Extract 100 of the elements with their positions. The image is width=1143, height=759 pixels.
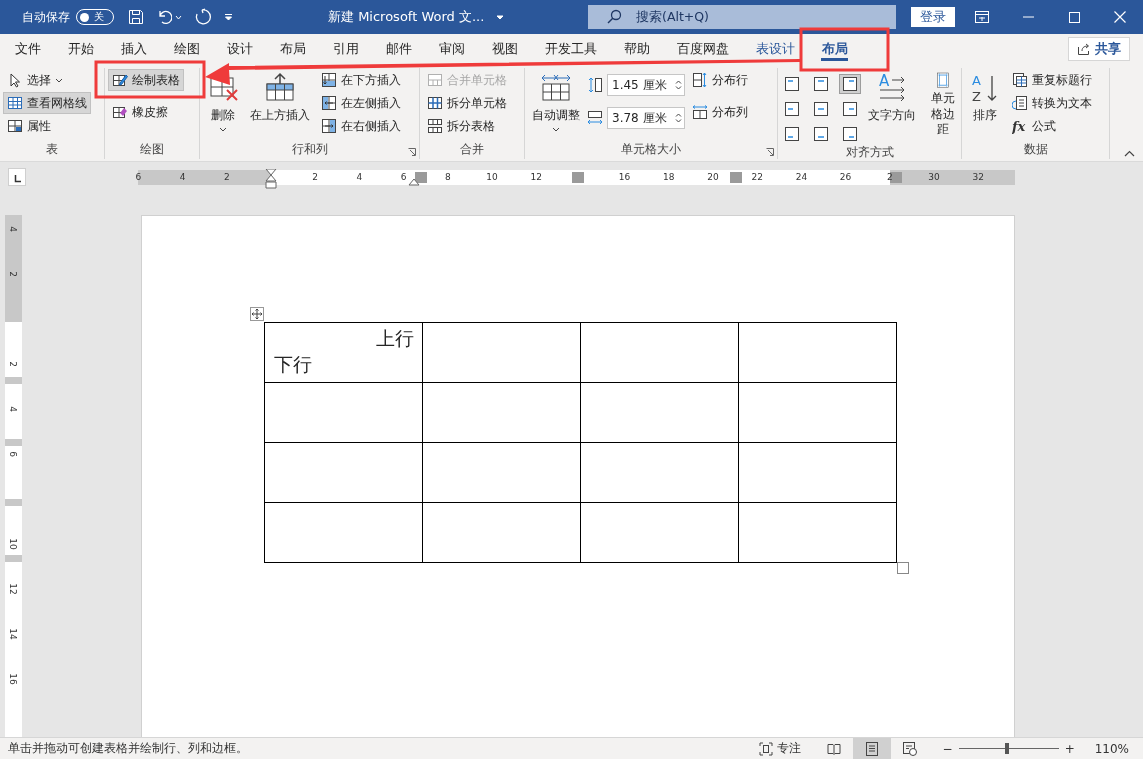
- table-cell[interactable]: [264, 442, 423, 503]
- ribbon-button[interactable]: 单元格边距: [923, 69, 963, 141]
- ribbon-tab[interactable]: 审阅: [425, 34, 478, 64]
- table-cell[interactable]: [580, 502, 739, 563]
- ruler-number: 2: [223, 170, 230, 184]
- redo-icon[interactable]: [194, 8, 212, 26]
- indent-marker[interactable]: [265, 168, 277, 189]
- table-cell[interactable]: [422, 442, 581, 503]
- ribbon-button[interactable]: 查看网格线: [3, 92, 91, 114]
- undo-icon[interactable]: [156, 9, 172, 25]
- table-cell[interactable]: [580, 382, 739, 443]
- ruler-number: 26: [839, 170, 852, 184]
- column-marker[interactable]: [415, 171, 427, 183]
- caret-icon[interactable]: [496, 14, 505, 20]
- ribbon-tab[interactable]: 文件: [1, 34, 54, 64]
- document-page[interactable]: 上行 下行: [141, 215, 1015, 737]
- tab-stop-icon[interactable]: [8, 168, 26, 186]
- table-cell[interactable]: [738, 382, 897, 443]
- table-cell[interactable]: [738, 322, 897, 383]
- ribbon-button[interactable]: 拆分表格: [423, 115, 511, 137]
- column-marker[interactable]: [730, 171, 742, 183]
- ruler-number: 24: [795, 170, 808, 184]
- merge-cells-icon: [427, 72, 443, 88]
- search-field[interactable]: 搜索(Alt+Q): [588, 5, 896, 29]
- ribbon-tab[interactable]: 布局: [266, 34, 319, 64]
- ribbon-button[interactable]: 属性: [3, 115, 91, 137]
- row-marker[interactable]: [5, 499, 22, 506]
- ribbon-tab[interactable]: 设计: [213, 34, 266, 64]
- ribbon-tab[interactable]: 开始: [54, 34, 107, 64]
- align-button[interactable]: [839, 74, 861, 94]
- table-cell[interactable]: [738, 442, 897, 503]
- login-button[interactable]: 登录: [911, 7, 955, 27]
- table-cell[interactable]: [264, 502, 423, 563]
- ribbon-tab[interactable]: 视图: [478, 34, 531, 64]
- table-cell[interactable]: [422, 382, 581, 443]
- ribbon-tab[interactable]: 帮助: [610, 34, 663, 64]
- ribbon-button[interactable]: 绘制表格: [108, 69, 184, 91]
- column-marker[interactable]: [890, 171, 902, 183]
- zoom-slider-thumb[interactable]: [1004, 743, 1009, 754]
- ruler-number: 4: [356, 170, 363, 184]
- zoom-in-button[interactable]: +: [1064, 741, 1075, 756]
- size-field[interactable]: 1.45 厘米: [607, 74, 685, 96]
- vertical-ruler[interactable]: 4 2 2 4 6 10 12 14 16: [5, 215, 22, 737]
- caret-icon: [552, 127, 560, 132]
- dialog-launcher-icon[interactable]: [408, 148, 416, 156]
- ribbon-button[interactable]: A 文字方向: [864, 69, 920, 141]
- row-marker[interactable]: [5, 377, 22, 384]
- save-icon[interactable]: [128, 9, 144, 25]
- gridlines-icon: [7, 95, 23, 111]
- ribbon-button[interactable]: 橡皮擦: [108, 101, 184, 123]
- ribbon-button[interactable]: 拆分单元格: [423, 92, 511, 114]
- ribbon-button[interactable]: 选择: [3, 69, 91, 91]
- ribbon-button[interactable]: 自动调整: [528, 69, 584, 141]
- size-field[interactable]: 3.78 厘米: [607, 107, 685, 129]
- focus-button[interactable]: 专注: [758, 740, 801, 757]
- collapse-ribbon-icon[interactable]: [1124, 150, 1135, 157]
- distribute-rows-icon: [692, 72, 708, 88]
- pencil-table-icon: [112, 72, 128, 88]
- ribbon-button[interactable]: 分布列: [688, 101, 752, 123]
- table-cell[interactable]: [580, 442, 739, 503]
- ribbon-tab[interactable]: 邮件: [372, 34, 425, 64]
- ribbon-button[interactable]: 在上方插入: [246, 69, 314, 141]
- ruler-number: 16: [8, 673, 18, 685]
- caret-icon[interactable]: [175, 14, 182, 20]
- table-cell[interactable]: 上行 下行: [264, 322, 423, 383]
- zoom-out-button[interactable]: −: [942, 741, 953, 756]
- ribbon-button[interactable]: 转换为文本: [1008, 92, 1096, 114]
- ribbon-button[interactable]: A Z 排序: [965, 69, 1005, 141]
- ribbon-button[interactable]: 在右侧插入: [317, 115, 405, 137]
- ribbon-button[interactable]: 重复标题行: [1008, 69, 1096, 91]
- row-marker[interactable]: [5, 439, 22, 446]
- ribbon-tab[interactable]: 布局: [808, 34, 861, 64]
- ribbon-button[interactable]: 分布行: [688, 69, 752, 91]
- table-cell[interactable]: [580, 322, 739, 383]
- ribbon-tab[interactable]: 绘图: [160, 34, 213, 64]
- column-marker[interactable]: [572, 171, 584, 183]
- ribbon-tab[interactable]: 开发工具: [531, 34, 610, 64]
- distribute-columns-icon: [692, 104, 708, 120]
- ribbon-button[interactable]: fx 公式: [1008, 115, 1096, 137]
- eraser-icon: [112, 104, 128, 120]
- table-move-handle-icon[interactable]: [250, 307, 264, 321]
- ribbon-tab[interactable]: 百度网盘: [663, 34, 742, 64]
- table-cell[interactable]: [422, 502, 581, 563]
- table-cell[interactable]: [738, 502, 897, 563]
- table-resize-handle[interactable]: [897, 562, 909, 574]
- ribbon-tab[interactable]: 插入: [107, 34, 160, 64]
- table-cell[interactable]: [422, 322, 581, 383]
- ruler-number: 6: [400, 170, 407, 184]
- spin-down-icon: [675, 119, 682, 123]
- table-cell[interactable]: [264, 382, 423, 443]
- zoom-level[interactable]: 110%: [1094, 741, 1129, 756]
- ribbon-tab[interactable]: 引用: [319, 34, 372, 64]
- ribbon-tab[interactable]: 表设计: [742, 34, 808, 64]
- ribbon-button[interactable]: 在左侧插入: [317, 92, 405, 114]
- dialog-launcher-icon[interactable]: [766, 148, 774, 156]
- view-button[interactable]: [852, 737, 891, 759]
- ribbon-button[interactable]: 在下方插入: [317, 69, 405, 91]
- customize-icon[interactable]: [224, 13, 233, 21]
- row-marker[interactable]: [5, 555, 22, 562]
- share-button[interactable]: 共享: [1068, 37, 1130, 61]
